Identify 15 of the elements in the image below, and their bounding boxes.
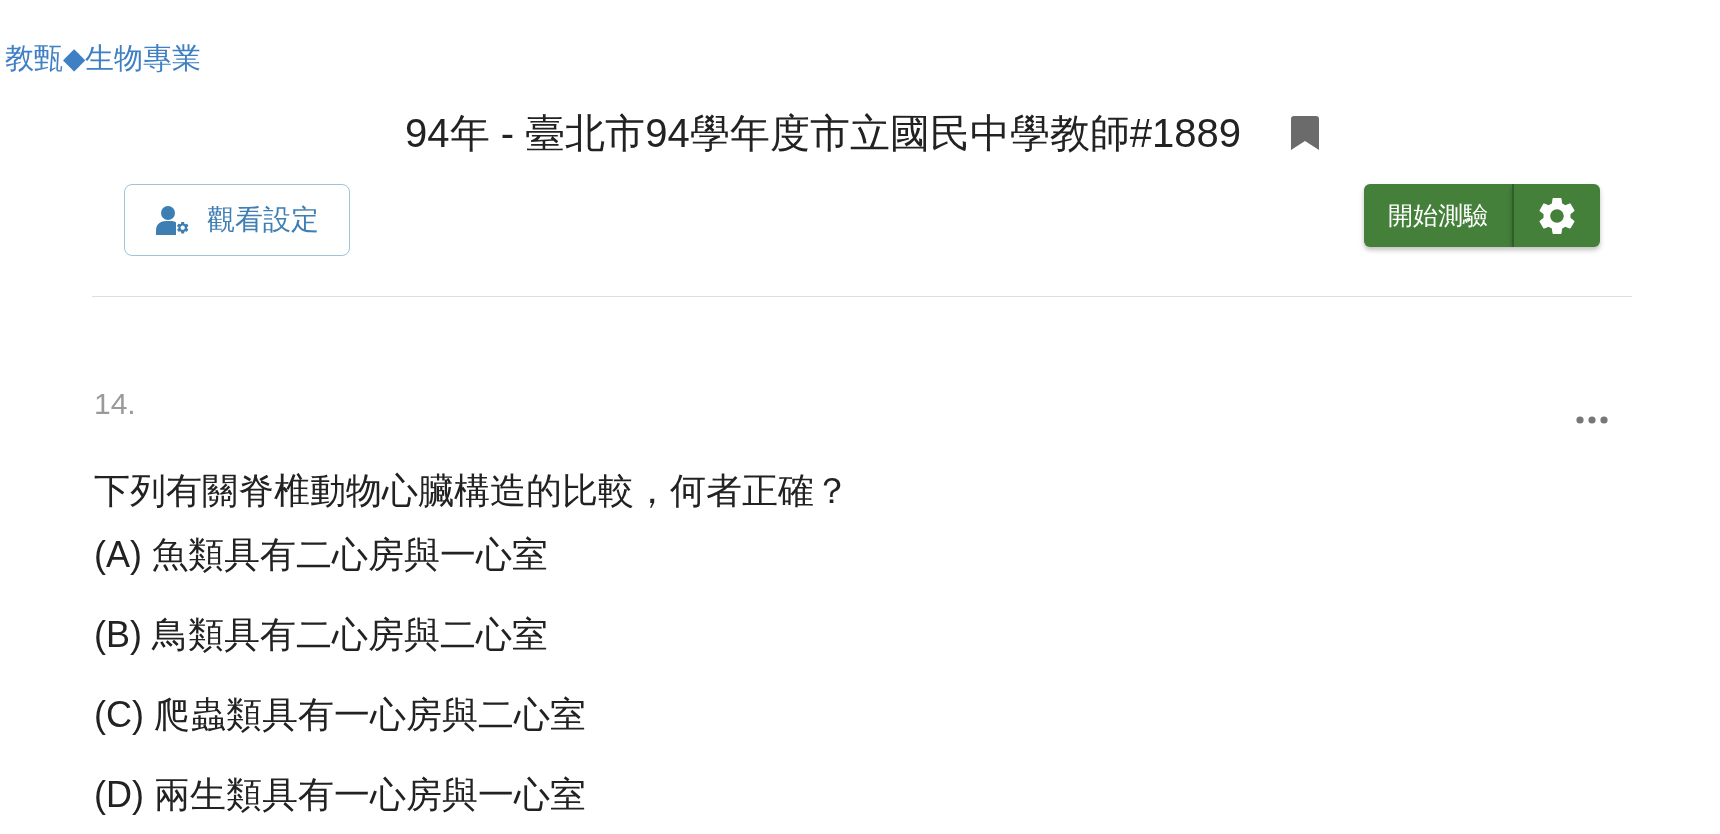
option-text: (B) 鳥類具有二心房與二心室 bbox=[94, 613, 548, 657]
start-test-button[interactable]: 開始測驗 bbox=[1364, 184, 1512, 247]
option-text: (C) 爬蟲類具有一心房與二心室 bbox=[94, 693, 586, 737]
option-text: (D) 兩生類具有一心房與一心室 bbox=[94, 773, 586, 817]
more-icon[interactable] bbox=[1576, 416, 1608, 424]
question-number: 14. bbox=[94, 389, 136, 419]
question-text: 下列有關脊椎動物心臟構造的比較，何者正確？ bbox=[94, 469, 851, 513]
settings-button[interactable] bbox=[1512, 184, 1600, 247]
settings-icon bbox=[1539, 197, 1575, 234]
exam-title: 94年 - 臺北市94學年度市立國民中學教師#1889 bbox=[405, 110, 1241, 157]
breadcrumb-link[interactable]: 教甄◆生物專業 bbox=[5, 40, 202, 76]
option-text: (A) 魚類具有二心房與一心室 bbox=[94, 533, 548, 577]
user-gear-icon bbox=[155, 205, 190, 235]
view-settings-button[interactable]: 觀看設定 bbox=[124, 184, 350, 256]
bookmark-icon[interactable] bbox=[1290, 116, 1319, 150]
